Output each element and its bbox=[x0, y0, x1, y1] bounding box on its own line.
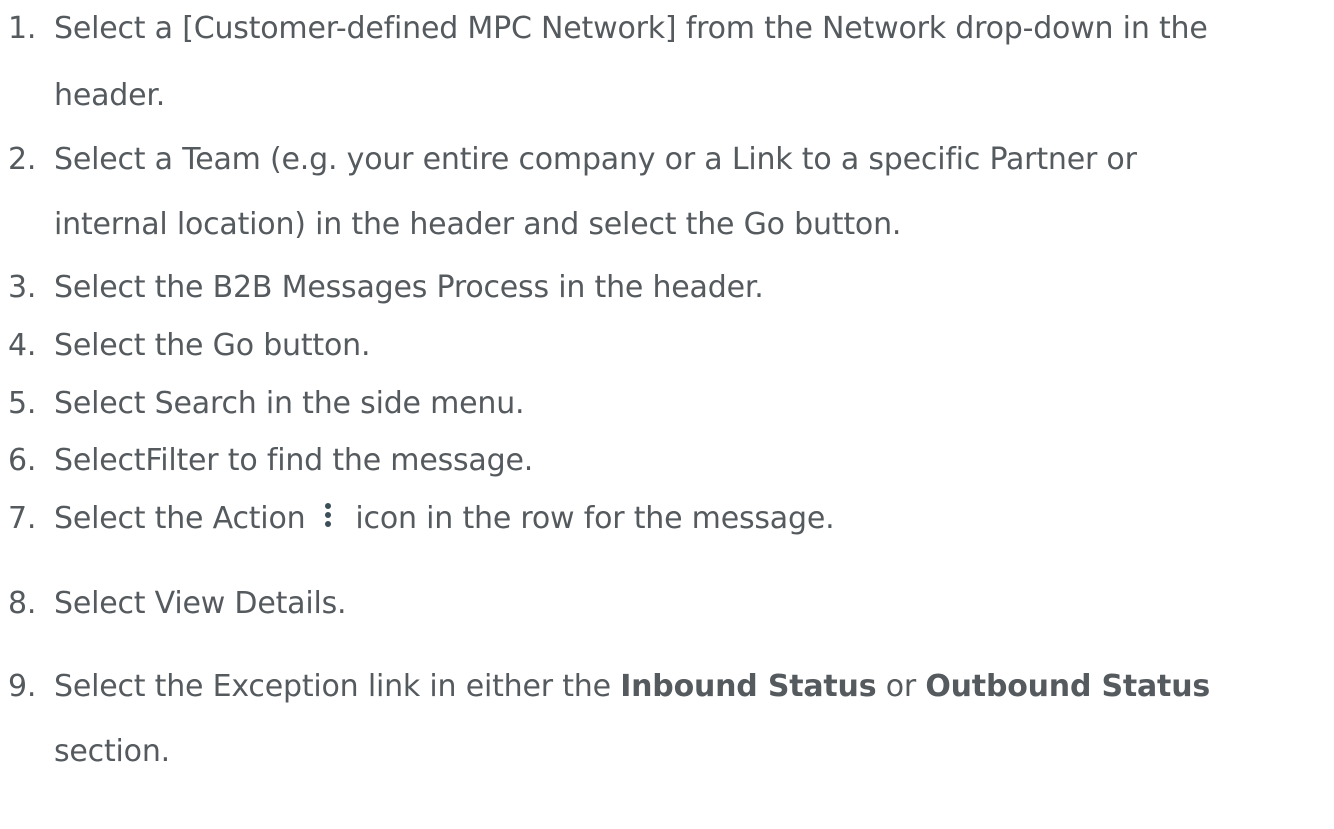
kebab-menu-icon bbox=[323, 500, 333, 530]
step-text: Select the Exception link in either the … bbox=[54, 658, 1210, 716]
step-number: 7. bbox=[8, 501, 37, 536]
step-text: Select Search in the side menu. bbox=[54, 386, 525, 421]
step-text-part: or bbox=[876, 669, 926, 704]
step-text: Select the B2B Messages Process in the h… bbox=[54, 270, 764, 305]
step-text-before-icon: Select the Action bbox=[54, 501, 306, 536]
step-number: 2. bbox=[8, 142, 37, 177]
outbound-status-label: Outbound Status bbox=[925, 669, 1211, 704]
step-text: internal location) in the header and sel… bbox=[54, 207, 902, 242]
step-text: Select the Action icon in the row for the… bbox=[54, 490, 835, 548]
step-text-part: Select the Exception link in either the bbox=[54, 669, 621, 704]
step-text: Select a Team (e.g. your entire company … bbox=[54, 142, 1137, 177]
step-number: 4. bbox=[8, 328, 37, 363]
step-number: 1. bbox=[8, 11, 37, 46]
step-text: Select the Go button. bbox=[54, 328, 371, 363]
step-number: 6. bbox=[8, 443, 37, 478]
step-text-after-icon: icon in the row for the message. bbox=[355, 501, 835, 536]
step-text: Select View Details. bbox=[54, 586, 347, 621]
step-text: SelectFilter to find the message. bbox=[54, 443, 534, 478]
step-text: header. bbox=[54, 78, 166, 113]
step-number: 3. bbox=[8, 270, 37, 305]
step-number: 5. bbox=[8, 386, 37, 421]
step-text: Select a [Customer-defined MPC Network] … bbox=[54, 11, 1208, 46]
step-text: section. bbox=[54, 734, 170, 769]
inbound-status-label: Inbound Status bbox=[620, 669, 877, 704]
step-number: 8. bbox=[8, 586, 37, 621]
step-number: 9. bbox=[8, 669, 37, 704]
